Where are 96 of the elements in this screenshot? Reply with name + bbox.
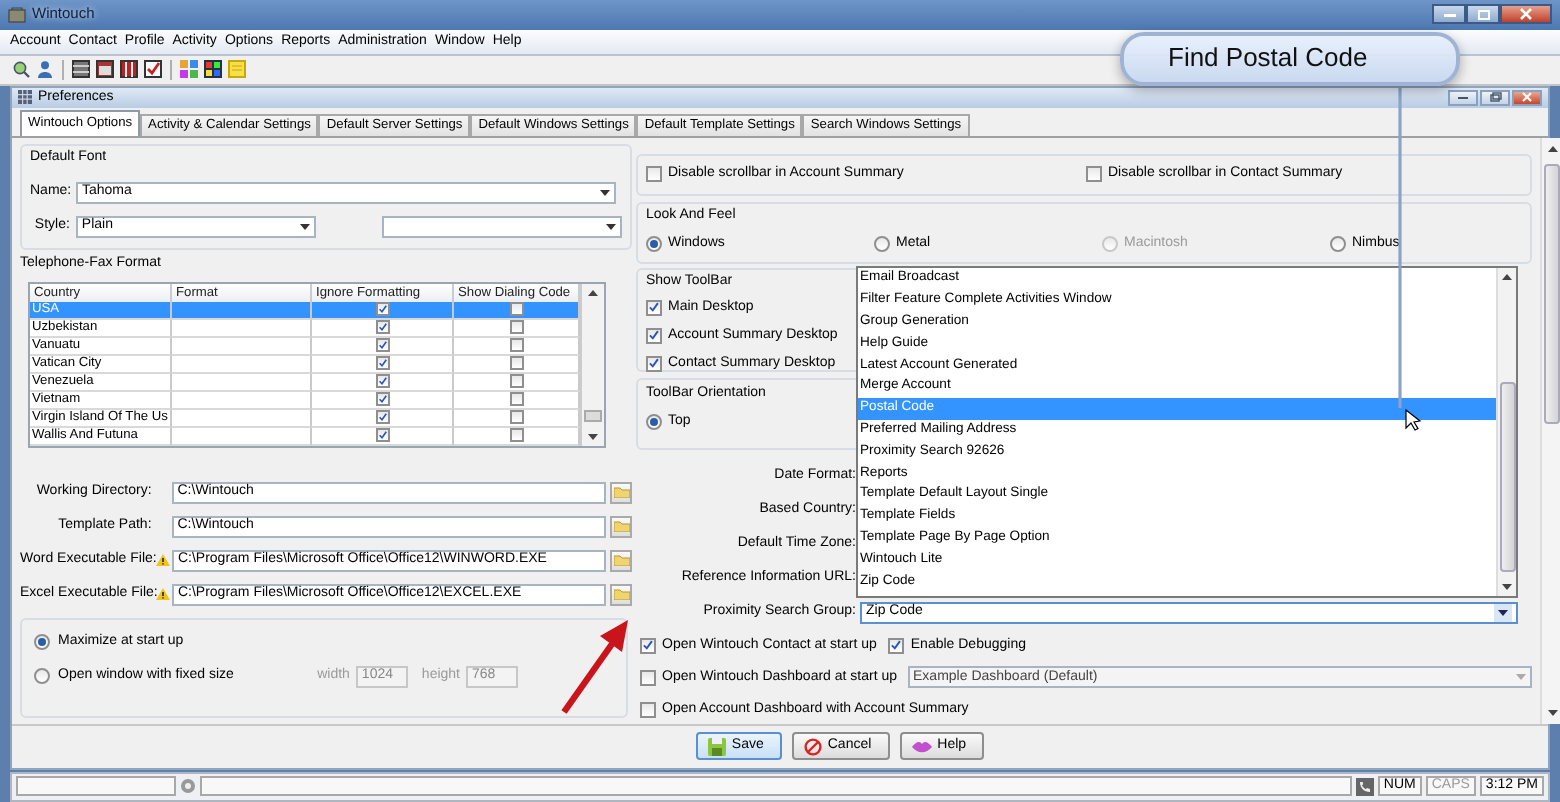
radio-button[interactable] [1330, 235, 1346, 252]
caret-icon [1498, 609, 1508, 616]
folder-button[interactable] [610, 583, 632, 606]
table-cell[interactable] [312, 319, 454, 338]
radio-button[interactable] [646, 413, 662, 430]
checkbox[interactable] [510, 392, 524, 407]
close-button[interactable] [1500, 4, 1552, 25]
checkbox[interactable] [640, 669, 656, 686]
scrollbar-thumb[interactable] [584, 409, 602, 422]
checkbox[interactable] [376, 302, 390, 317]
lips-icon [911, 739, 932, 754]
grid-icon[interactable] [72, 60, 90, 79]
checkbox[interactable] [376, 320, 390, 335]
checkbox[interactable] [510, 338, 524, 353]
checkbox[interactable] [510, 410, 524, 425]
scrollbar-thumb[interactable] [1499, 382, 1515, 572]
checkbox[interactable] [1086, 166, 1102, 183]
radio-button[interactable] [646, 235, 662, 252]
checkbox[interactable] [510, 428, 524, 443]
checklist-icon[interactable] [144, 60, 162, 79]
table-cell[interactable] [172, 409, 312, 428]
restore-button[interactable] [1480, 89, 1510, 106]
close-button[interactable] [1512, 89, 1542, 106]
color-grid-icon[interactable] [204, 60, 222, 79]
table-cell[interactable] [454, 427, 580, 446]
minimize-button[interactable] [1432, 4, 1466, 25]
person-icon[interactable] [36, 60, 54, 79]
bars-icon[interactable] [120, 60, 138, 79]
up-arrow-icon[interactable] [1547, 145, 1557, 152]
checkbox[interactable] [376, 410, 390, 425]
down-arrow-icon[interactable] [1547, 709, 1557, 716]
checkbox[interactable] [510, 356, 524, 371]
down-arrow-icon[interactable] [588, 433, 598, 440]
scrollbar-thumb[interactable] [1544, 163, 1560, 424]
maximize-icon [1477, 9, 1489, 20]
table-cell[interactable] [172, 427, 312, 446]
app-icon [8, 5, 26, 24]
table-cell[interactable] [172, 319, 312, 338]
callout-text: Find Postal Code [1168, 44, 1368, 74]
colored-blocks-icon[interactable] [180, 60, 198, 79]
no-entry-icon [803, 737, 822, 756]
checkbox[interactable] [640, 701, 656, 718]
folder-button[interactable] [610, 515, 632, 538]
phone-icon [1355, 777, 1374, 796]
down-arrow-icon[interactable] [1502, 584, 1512, 590]
grid-icon [18, 90, 32, 105]
table-cell[interactable] [312, 391, 454, 410]
radio-button[interactable] [874, 235, 890, 252]
close-icon [1520, 8, 1532, 21]
table-cell[interactable] [312, 355, 454, 374]
checkbox[interactable] [376, 338, 390, 353]
font-size-combo[interactable] [382, 215, 622, 238]
checkbox[interactable] [640, 637, 656, 654]
table-cell[interactable] [172, 337, 312, 356]
checkbox[interactable] [510, 374, 524, 389]
up-arrow-icon[interactable] [588, 289, 598, 296]
checkbox[interactable] [376, 356, 390, 371]
table-cell[interactable] [312, 427, 454, 446]
close-icon [1522, 92, 1532, 103]
checkbox[interactable] [510, 302, 524, 317]
folder-button[interactable] [610, 481, 632, 504]
checkbox[interactable] [376, 392, 390, 407]
checkbox[interactable] [646, 327, 662, 344]
table-cell[interactable] [172, 391, 312, 410]
warning-icon [156, 588, 171, 601]
caret-icon [600, 189, 610, 196]
magnifier-icon[interactable] [12, 60, 30, 79]
checkbox[interactable] [376, 374, 390, 389]
caret-icon [1516, 674, 1526, 681]
radio-button[interactable] [34, 634, 50, 651]
caret-icon [300, 223, 311, 230]
table-cell[interactable] [312, 337, 454, 356]
caret-icon [606, 223, 616, 230]
checkbox[interactable] [510, 320, 524, 335]
minimize-button[interactable] [1448, 89, 1478, 106]
folder-button[interactable] [610, 549, 632, 572]
maximize-button[interactable] [1466, 4, 1500, 25]
table-cell[interactable] [312, 373, 454, 392]
table-cell[interactable] [172, 355, 312, 374]
checkbox[interactable] [646, 355, 662, 372]
checkbox[interactable] [646, 299, 662, 316]
table-cell[interactable] [312, 409, 454, 428]
warning-icon [156, 554, 171, 567]
restore-icon [1489, 92, 1501, 103]
scrollbar[interactable] [580, 283, 604, 446]
arrow [561, 620, 628, 714]
minimize-icon [1458, 94, 1468, 101]
checkbox[interactable] [888, 637, 905, 654]
window-icon[interactable] [96, 60, 114, 79]
checkbox[interactable] [646, 166, 662, 183]
radio-button[interactable] [34, 668, 50, 685]
scrollbar[interactable] [1496, 268, 1516, 596]
cursor-icon [1405, 408, 1422, 431]
table-cell[interactable] [172, 373, 312, 392]
up-arrow-icon[interactable] [1502, 274, 1512, 280]
checkbox[interactable] [376, 428, 390, 443]
